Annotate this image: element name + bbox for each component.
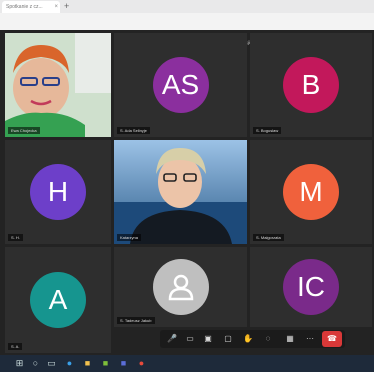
participant-video-katarzyna bbox=[114, 140, 247, 244]
new-tab-icon[interactable]: + bbox=[64, 0, 69, 12]
raise-hand-icon[interactable]: ✋ bbox=[242, 333, 254, 345]
windows-taskbar: ⊞ ○ ▭ ● ■ ■ ■ ● bbox=[0, 355, 374, 372]
browser-tab-bar: Spotkanie z cz... × + bbox=[0, 0, 374, 14]
participant-name: S. Bogusław bbox=[253, 127, 282, 134]
participant-video-ewa bbox=[5, 33, 111, 137]
task-view-icon[interactable]: ▭ bbox=[46, 358, 57, 369]
reactions-icon[interactable]: ◌ bbox=[262, 333, 274, 345]
meeting-toolbar: 🎤 ▭ ▣ ▢ ✋ ◌ ▦ ··· bbox=[160, 330, 345, 348]
browser-tab[interactable]: Spotkanie z cz... × bbox=[2, 1, 60, 13]
store-icon[interactable]: ■ bbox=[100, 358, 111, 369]
share-screen-icon[interactable]: ▣ bbox=[202, 333, 214, 345]
participant-avatar: AS bbox=[152, 57, 209, 113]
mic-icon[interactable]: 🎤 bbox=[166, 333, 178, 345]
phone-hangup-icon[interactable]: ☎ bbox=[322, 331, 342, 347]
participant-tile[interactable]: Ewa Chojecka bbox=[5, 33, 111, 137]
participant-avatar: H bbox=[30, 164, 86, 220]
tab-title: Spotkanie z cz... bbox=[6, 4, 43, 10]
participant-tile[interactable]: M S. Małgorzata bbox=[250, 140, 372, 244]
chrome-icon[interactable]: ● bbox=[136, 358, 147, 369]
chat-icon[interactable]: ▢ bbox=[222, 333, 234, 345]
browser-page-header bbox=[0, 13, 374, 30]
participant-tile[interactable]: IC bbox=[250, 247, 372, 327]
participant-tile[interactable]: B S. Bogusław bbox=[250, 33, 372, 137]
teams-icon[interactable]: ■ bbox=[118, 358, 129, 369]
participant-name: Ewa Chojecka bbox=[8, 127, 40, 134]
participant-name: S. Tadeusz Jakub bbox=[117, 317, 155, 324]
edge-icon[interactable]: ● bbox=[64, 358, 75, 369]
participant-avatar: IC bbox=[283, 259, 339, 315]
participant-name: Katarzyna bbox=[117, 234, 142, 241]
camera-icon[interactable]: ▭ bbox=[184, 333, 196, 345]
files-icon[interactable]: ■ bbox=[82, 358, 93, 369]
participant-tile[interactable]: S. Tadeusz Jakub bbox=[114, 247, 247, 327]
participant-avatar: A bbox=[30, 272, 86, 328]
participant-tile[interactable]: H S. H. bbox=[5, 140, 111, 244]
participant-avatar: M bbox=[283, 164, 339, 220]
more-options-icon[interactable]: ··· bbox=[304, 333, 316, 345]
participant-name: S. H. bbox=[8, 234, 23, 241]
search-icon[interactable]: ○ bbox=[30, 358, 41, 369]
participant-name: S. Ada Sellnyje bbox=[117, 127, 150, 134]
windows-icon[interactable]: ⊞ bbox=[14, 358, 25, 369]
participant-tile[interactable]: Katarzyna bbox=[114, 140, 247, 244]
close-tab-icon[interactable]: × bbox=[54, 1, 58, 13]
participant-name: S. Małgorzata bbox=[253, 234, 284, 241]
participant-tile[interactable]: AS S. Ada Sellnyje bbox=[114, 33, 247, 137]
participant-name: S. A. bbox=[8, 343, 23, 350]
participant-tile[interactable]: A S. A. bbox=[5, 247, 111, 353]
apps-icon[interactable]: ▦ bbox=[284, 333, 296, 345]
participant-avatar: B bbox=[283, 57, 339, 113]
generic-user-icon bbox=[152, 259, 209, 315]
